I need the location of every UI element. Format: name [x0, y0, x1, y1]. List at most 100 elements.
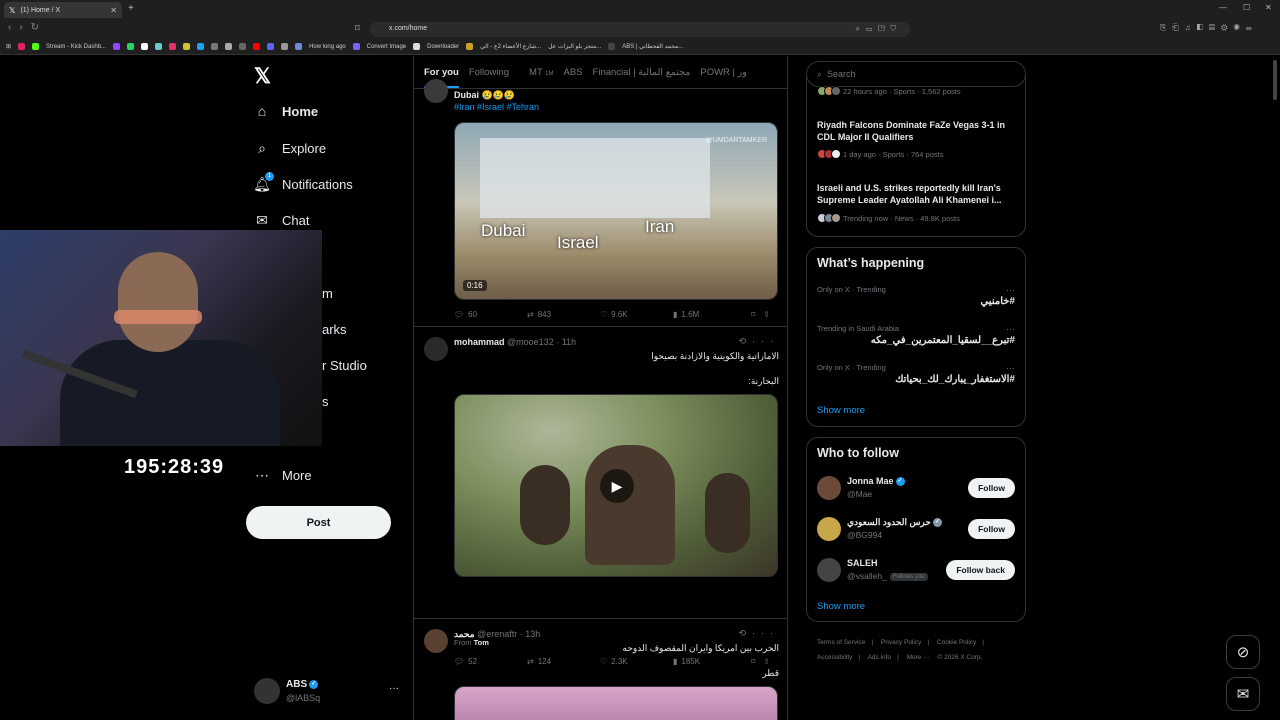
more-options-icon[interactable]: ··· [1006, 324, 1015, 334]
bookmark-favicon[interactable] [211, 43, 219, 50]
tab-for-you[interactable]: For you [424, 67, 459, 88]
bookmark-item[interactable]: Stream - Kick Dashb... [46, 44, 106, 50]
nav-creator-studio[interactable]: r Studio [322, 358, 367, 373]
avatar[interactable] [817, 517, 841, 541]
nav-chat[interactable]: ✉ Chat [254, 212, 309, 228]
bookmark-item[interactable]: شارع الأعضاء 2ع - الي... [480, 43, 541, 50]
trend-hashtag[interactable]: #الاستغفار_يبارك_لك_بحياتك [895, 374, 1015, 385]
tweet-hashtags[interactable]: #Iran #Israel #Tehran [454, 102, 539, 112]
tweet-video[interactable]: @UMDARTAMKER Dubai Israel Iran 0:16 [454, 122, 778, 300]
footer-link[interactable]: Privacy Policy [881, 639, 921, 646]
bookmark-favicon[interactable] [608, 43, 616, 50]
nav-premium[interactable]: m [322, 286, 333, 301]
avatar[interactable] [424, 629, 448, 653]
avatar[interactable] [424, 79, 448, 103]
discord-icon[interactable] [295, 43, 303, 50]
footer-link[interactable]: Accessibility [817, 654, 852, 661]
follow-button[interactable]: Follow [968, 478, 1015, 498]
bookmark-share-icons[interactable]: ⌑⇪ [751, 310, 778, 319]
nav-explore[interactable]: ⌕ Explore [254, 140, 326, 156]
new-tab-icon[interactable]: + [128, 3, 134, 14]
account-switcher[interactable]: ABS ✓ @lABSq ··· [254, 678, 404, 708]
nav-more[interactable]: ⋯ More [254, 467, 312, 483]
close-tab-icon[interactable]: ✕ [110, 6, 117, 15]
tweet-author[interactable]: محمد @erenaftr · 13h [454, 629, 540, 640]
grok-more-icons[interactable]: ⟲··· [738, 628, 779, 639]
tweet[interactable]: Dubai 😢😢😢 #Iran #Israel #Tehran @UMDARTA… [414, 79, 787, 327]
trend-title[interactable]: Israeli and U.S. strikes reportedly kill… [817, 182, 1017, 206]
show-more-link[interactable]: Show more [817, 601, 865, 612]
tweet-author[interactable]: mohammad @mooe132 · 11h [454, 337, 576, 347]
github-icon[interactable] [225, 43, 233, 50]
tab-mt[interactable]: MT 1M [519, 67, 554, 78]
twitch-icon[interactable] [113, 43, 121, 50]
window-close-icon[interactable]: ✕ [1265, 3, 1272, 12]
grok-button[interactable]: ⊘ [1226, 635, 1260, 669]
bookmark-item[interactable]: How long ago [309, 44, 346, 50]
follow-button[interactable]: Follow [968, 519, 1015, 539]
more-options-icon[interactable]: ··· [1006, 285, 1015, 295]
repost-button[interactable]: ⇄ 843 [527, 310, 600, 319]
minimize-icon[interactable]: — [1219, 3, 1227, 12]
tweet-media[interactable] [454, 686, 778, 720]
user-name[interactable]: Jonna Mae ✓ [847, 476, 905, 487]
bookmark-favicon[interactable] [466, 43, 474, 50]
avatar[interactable] [424, 337, 448, 361]
nav-home[interactable]: ⌂ Home [254, 103, 318, 119]
browser-tab[interactable]: 𝕏 (1) Home / X ✕ [4, 2, 122, 18]
url-bar[interactable]: x.com/home ⌕▭◳⛉ [370, 22, 910, 37]
more-options-icon[interactable]: ··· [389, 683, 399, 694]
tab-powr[interactable]: POWR | ور [700, 67, 747, 78]
x-bookmark-icon[interactable] [141, 43, 149, 50]
avatar[interactable] [817, 558, 841, 582]
url-bar-icons[interactable]: ⌕▭◳⛉ [856, 24, 902, 34]
tab-following[interactable]: Following [469, 67, 509, 78]
x-logo[interactable]: 𝕏 [254, 64, 271, 89]
bookmark-favicon[interactable] [183, 43, 191, 50]
trend-title[interactable]: Riyadh Falcons Dominate FaZe Vegas 3-1 i… [817, 119, 1017, 143]
bookmark-favicon[interactable] [267, 43, 275, 50]
tweet-video[interactable]: ▶ [454, 394, 778, 577]
bookmark-favicon[interactable] [197, 43, 205, 50]
nav-buttons[interactable]: ‹›↻ [8, 22, 47, 33]
trend-hashtag[interactable]: #خامنيي [980, 296, 1015, 307]
maximize-icon[interactable]: ☐ [1243, 3, 1250, 12]
follow-back-button[interactable]: Follow back [946, 560, 1015, 580]
bookmark-item[interactable]: Convert Image [367, 44, 406, 50]
tiktok-icon[interactable] [155, 43, 163, 50]
messages-button[interactable]: ✉ [1226, 677, 1260, 711]
tweet[interactable]: محمد @erenaftr · 13h ⟲··· الحرب بين امري… [414, 619, 787, 720]
bookmark-item[interactable]: ABS | محمد القحطاني... [622, 43, 683, 50]
user-name[interactable]: SALEH [847, 558, 878, 568]
play-icon[interactable]: ▶ [600, 469, 634, 503]
more-options-icon[interactable]: ··· [1006, 363, 1015, 373]
like-button[interactable]: ♡ 9.6K [600, 310, 673, 319]
footer-link[interactable]: Cookie Policy [937, 639, 976, 646]
footer-link[interactable]: Terms of Service [817, 639, 865, 646]
extension-icons[interactable]: ⎘⎗♫◧▤⚙◉☰ [1160, 23, 1258, 33]
bookmark-favicon[interactable] [352, 43, 360, 50]
tab-abs[interactable]: ABS [564, 67, 583, 78]
avatar[interactable] [817, 476, 841, 500]
user-name[interactable]: حرس الحدود السعودي ✓ [847, 517, 942, 528]
bookmark-favicon[interactable] [413, 43, 421, 50]
bookmark-item[interactable]: متجر بلو البزات عل... [548, 43, 601, 50]
bookmark-icon[interactable]: ⌑ [355, 23, 360, 34]
show-more-link[interactable]: Show more [817, 405, 865, 416]
post-button[interactable]: Post [246, 506, 391, 539]
whatsapp-icon[interactable] [127, 43, 135, 50]
nav-notifications[interactable]: 🔔︎ 1 Notifications [253, 172, 353, 192]
bookmark-favicon[interactable] [18, 43, 26, 50]
instagram-icon[interactable] [169, 43, 177, 50]
nav-bookmarks[interactable]: arks [322, 322, 347, 337]
tab-financial[interactable]: Financial | مجتمع المالية [593, 67, 691, 78]
youtube-icon[interactable] [253, 43, 261, 50]
bookmark-favicon[interactable] [281, 43, 289, 50]
apps-icon[interactable]: ⊞ [6, 43, 11, 50]
nav-profile[interactable]: s [322, 394, 329, 409]
bookmark-item[interactable]: Downloader [427, 44, 459, 50]
bookmark-favicon[interactable] [239, 43, 247, 50]
grok-more-icons[interactable]: ⟲··· [738, 336, 779, 347]
tweet[interactable]: mohammad @mooe132 · 11h ⟲··· الاماراتية … [414, 327, 787, 666]
kick-icon[interactable] [32, 43, 40, 50]
